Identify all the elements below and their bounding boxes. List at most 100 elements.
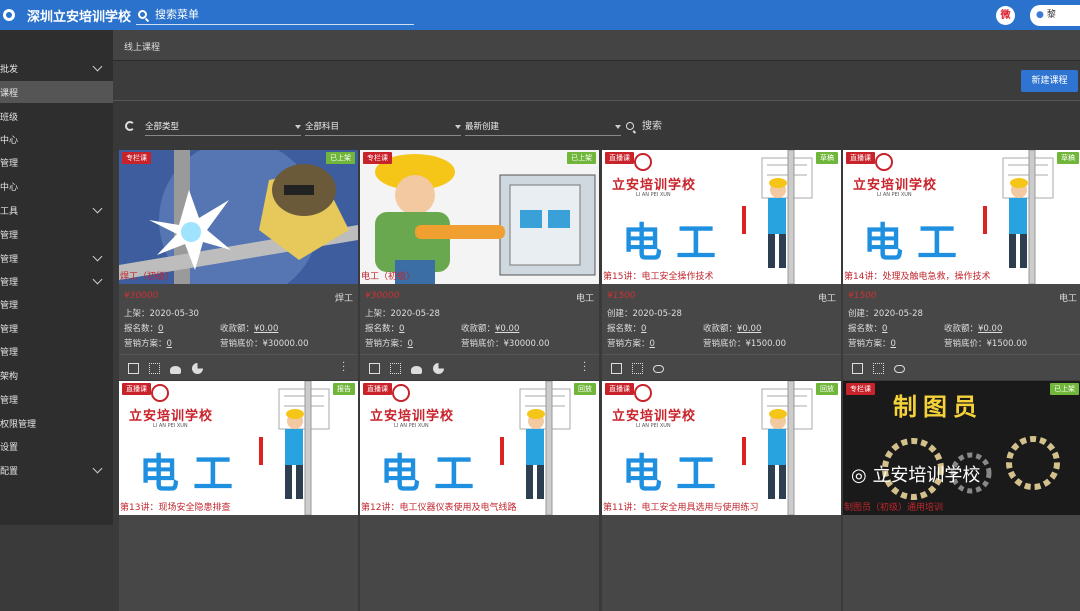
edit-icon[interactable]	[611, 363, 622, 374]
subject-select[interactable]: 全部科目	[305, 118, 461, 136]
chevron-down-icon	[455, 125, 461, 129]
course-cover[interactable]: 立安培训学校 LI AN PEI XUN 电工 直播课 草稿 第15讲：电工安全…	[602, 150, 841, 284]
marketing-plan: 营销方案：0	[607, 337, 655, 349]
sidebar-item[interactable]: 配置	[0, 459, 113, 481]
status-badge: 草稿	[816, 152, 838, 164]
revenue-value[interactable]: ¥0.00	[254, 324, 278, 334]
user-menu[interactable]: ● 黎	[1030, 5, 1080, 26]
course-card[interactable]: 立安培训学校 LI AN PEI XUN 电工 直播课 回放 第11讲：电工安全…	[602, 381, 841, 611]
sidebar-item[interactable]: 管理	[0, 151, 113, 173]
sidebar-item[interactable]: 管理	[0, 293, 113, 315]
subject-select-value: 全部科目	[305, 122, 340, 132]
sidebar-item[interactable]: 班级	[0, 105, 113, 127]
revenue: 收款额：¥0.00	[461, 322, 519, 334]
floor-value: ¥1500.00	[986, 339, 1028, 349]
more-icon[interactable]: · · ·	[583, 359, 586, 377]
plan-value[interactable]: 0	[650, 339, 655, 349]
users-icon[interactable]	[411, 366, 422, 374]
sidebar-item[interactable]: 管理	[0, 317, 113, 339]
users-icon[interactable]	[170, 366, 181, 374]
type-select[interactable]: 全部类型	[145, 118, 301, 136]
school-pinyin: LI AN PEI XUN	[877, 192, 912, 198]
plan-value[interactable]: 0	[167, 339, 172, 349]
breadcrumb: 线上课程	[113, 30, 1080, 61]
edit-icon[interactable]	[128, 363, 139, 374]
course-cover[interactable]: 立安培训学校 LI AN PEI XUN 电工 直播课 回放 第12讲：电工仪器…	[360, 381, 599, 515]
floor-price: 营销底价：¥30000.00	[220, 337, 308, 349]
sidebar-item[interactable]: 权限管理	[0, 412, 113, 434]
enroll-count: 报名数：0	[607, 322, 646, 334]
enroll-value[interactable]: 0	[158, 324, 163, 334]
eye-icon[interactable]	[653, 365, 664, 373]
chevron-down-icon	[92, 61, 103, 72]
sidebar-item-label: 管理	[0, 324, 19, 335]
revenue-value[interactable]: ¥0.00	[978, 324, 1002, 334]
course-cover[interactable]: 专栏课 已上架 焊工（初级）	[119, 150, 358, 284]
qrcode-icon[interactable]	[873, 363, 884, 374]
floor-value: ¥30000.00	[262, 339, 309, 349]
sidebar-item[interactable]: 设置	[0, 435, 113, 457]
sidebar-item[interactable]: 管理	[0, 340, 113, 362]
course-card[interactable]: 立安培训学校 LI AN PEI XUN 电工 直播课 回放 第12讲：电工仪器…	[360, 381, 599, 611]
pie-chart-icon[interactable]	[192, 363, 203, 374]
school-logo-icon	[634, 384, 652, 402]
gear-icon[interactable]	[3, 9, 15, 21]
sidebar-item[interactable]: 批发	[0, 57, 113, 79]
course-card[interactable]: 立安培训学校 LI AN PEI XUN 电工 直播课 报告 第13讲：现场安全…	[119, 381, 358, 611]
sidebar-item[interactable]: 管理	[0, 247, 113, 269]
sidebar-item[interactable]: 管理	[0, 270, 113, 292]
sidebar-item[interactable]: 管理	[0, 223, 113, 245]
course-cover[interactable]: 立安培训学校 LI AN PEI XUN 电工 直播课 回放 第11讲：电工安全…	[602, 381, 841, 515]
school-poster: 立安培训学校 LI AN PEI XUN 电工	[602, 381, 841, 515]
enroll-value[interactable]: 0	[399, 324, 404, 334]
sidebar-item[interactable]: 管理	[0, 388, 113, 410]
sidebar-item[interactable]: 工具	[0, 199, 113, 221]
pie-chart-icon[interactable]	[433, 363, 444, 374]
enroll-count: 报名数：0	[124, 322, 163, 334]
course-card[interactable]: 专栏课 已上架 焊工（初级） ¥30000 焊工 上架：2020-05-30 报名…	[119, 150, 358, 380]
course-card[interactable]: 立安培训学校 LI AN PEI XUN 电工 直播课 草稿 第15讲：电工安全…	[602, 150, 841, 380]
menu-search[interactable]: 搜索菜单	[136, 4, 414, 25]
revenue-label: 收款额：	[944, 324, 979, 334]
course-card[interactable]: 制图员 ◎ 立安培训学校 专栏课 已上架 制图员（初级）通用培训	[843, 381, 1080, 611]
school-pinyin: LI AN PEI XUN	[394, 423, 429, 429]
course-date: 上架：2020-05-30	[124, 309, 199, 319]
plan-value[interactable]: 0	[408, 339, 413, 349]
refresh-icon[interactable]	[125, 121, 135, 131]
sort-select[interactable]: 最新创建	[465, 118, 621, 136]
sidebar: 批发 课程 班级 中心 管理 中心 工具 管理 管理 管理 管理 管理 管理 架构 管理 权限管理 设置 配置	[0, 30, 113, 525]
sidebar-item-label: 班级	[0, 112, 19, 123]
eye-icon[interactable]	[894, 365, 905, 373]
sidebar-item[interactable]: 课程	[0, 81, 113, 103]
marketing-plan: 营销方案：0	[848, 337, 896, 349]
qrcode-icon[interactable]	[632, 363, 643, 374]
course-cover[interactable]: 制图员 ◎ 立安培训学校 专栏课 已上架 制图员（初级）通用培训	[843, 381, 1080, 515]
course-cover[interactable]: 专栏课 已上架 电工（初级）	[360, 150, 599, 284]
enroll-value[interactable]: 0	[882, 324, 887, 334]
edit-icon[interactable]	[852, 363, 863, 374]
sidebar-item[interactable]: 中心	[0, 128, 113, 150]
course-title: 制图员（初级）通用培训	[844, 503, 944, 513]
more-icon[interactable]: · · ·	[342, 359, 345, 377]
search-icon	[138, 9, 147, 19]
course-search-input[interactable]: 搜索	[626, 118, 1066, 136]
sidebar-item-label: 管理	[0, 158, 19, 169]
school-logo-icon	[875, 153, 893, 171]
course-cover[interactable]: 立安培训学校 LI AN PEI XUN 电工 直播课 草稿 第14讲：处理及触…	[843, 150, 1080, 284]
weibo-icon[interactable]: 微	[996, 6, 1015, 25]
revenue-value[interactable]: ¥0.00	[495, 324, 519, 334]
revenue-value[interactable]: ¥0.00	[737, 324, 761, 334]
sidebar-item[interactable]: 中心	[0, 175, 113, 197]
enroll-value[interactable]: 0	[641, 324, 646, 334]
enroll-label: 报名数：	[365, 324, 400, 334]
edit-icon[interactable]	[369, 363, 380, 374]
course-cover[interactable]: 立安培训学校 LI AN PEI XUN 电工 直播课 报告 第13讲：现场安全…	[119, 381, 358, 515]
floor-price: 营销底价：¥1500.00	[944, 337, 1027, 349]
sidebar-item[interactable]: 架构	[0, 364, 113, 386]
course-card[interactable]: 专栏课 已上架 电工（初级） ¥30000 电工 上架：2020-05-28 报名…	[360, 150, 599, 380]
course-card[interactable]: 立安培训学校 LI AN PEI XUN 电工 直播课 草稿 第14讲：处理及触…	[843, 150, 1080, 380]
qrcode-icon[interactable]	[149, 363, 160, 374]
qrcode-icon[interactable]	[390, 363, 401, 374]
plan-value[interactable]: 0	[891, 339, 896, 349]
new-course-button[interactable]: 新建课程	[1021, 70, 1078, 92]
